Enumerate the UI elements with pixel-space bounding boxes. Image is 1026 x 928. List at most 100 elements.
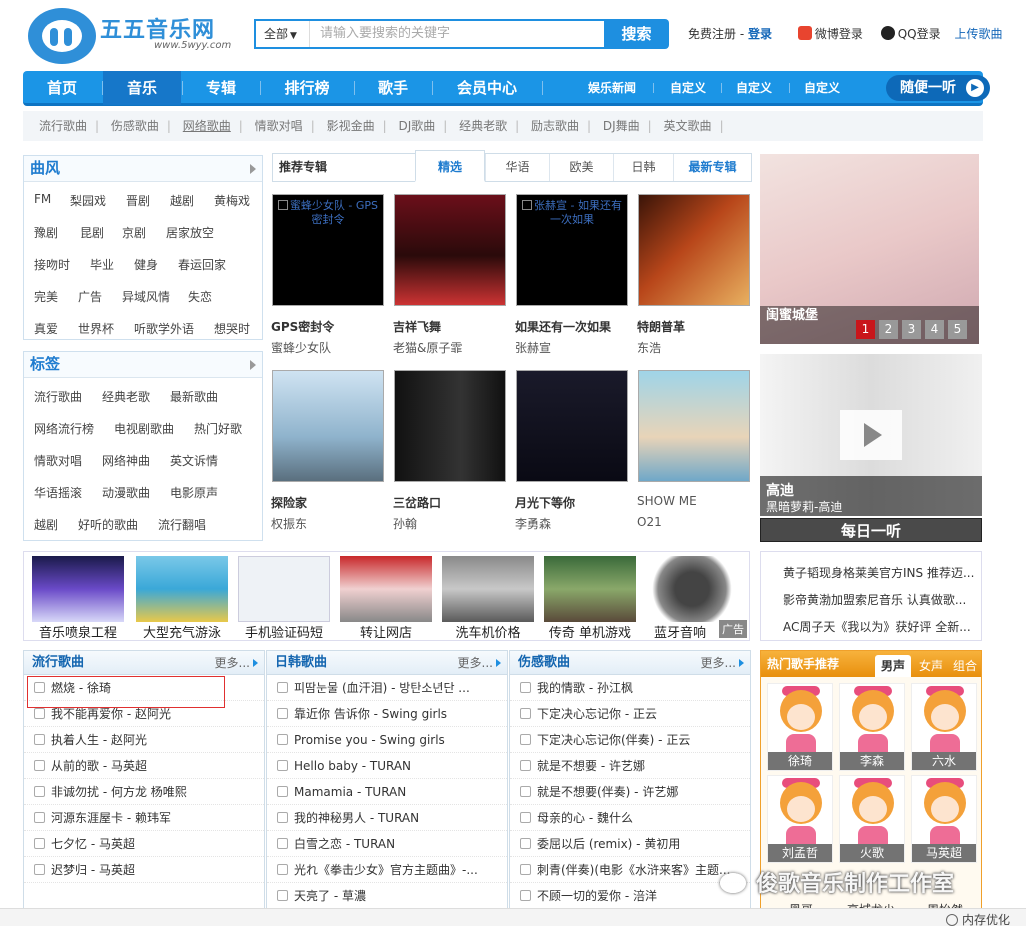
ad-image[interactable]: [340, 556, 432, 622]
ad-image[interactable]: [544, 556, 636, 622]
singer-card[interactable]: 徐琦: [767, 683, 833, 771]
genre-tag[interactable]: 黄梅戏: [214, 192, 250, 209]
album-title[interactable]: 吉祥飞舞: [393, 318, 441, 335]
tags-title[interactable]: 标签: [24, 352, 262, 378]
song-row[interactable]: Mamamia - TURAN: [267, 779, 507, 805]
more-link[interactable]: 更多...: [215, 651, 258, 675]
song-checkbox[interactable]: [277, 708, 288, 719]
album-title[interactable]: 探险家: [271, 494, 307, 511]
qq-icon[interactable]: [880, 26, 895, 40]
genre-title[interactable]: 曲风: [24, 156, 262, 182]
tab-female[interactable]: 女声: [915, 655, 947, 677]
news-item[interactable]: 黄子韬现身格莱美官方INS 推荐迈...: [783, 560, 977, 587]
weibo-login-link[interactable]: 微博登录: [815, 27, 863, 41]
nav-charts[interactable]: 排行榜: [261, 71, 353, 105]
ad-caption[interactable]: 手机验证码短: [232, 622, 336, 641]
tag-link[interactable]: 越剧: [34, 516, 58, 533]
slide-dot[interactable]: 1: [856, 320, 875, 339]
nav-singers[interactable]: 歌手: [355, 71, 431, 105]
song-row[interactable]: 非诚勿扰 - 何方龙 杨唯熙: [24, 779, 264, 805]
song-row[interactable]: 迟梦归 - 马英超: [24, 857, 264, 883]
play-icon[interactable]: [840, 410, 902, 460]
nav-custom-1[interactable]: 自定义: [661, 71, 715, 105]
album-title[interactable]: 三岔路口: [393, 494, 441, 511]
song-row[interactable]: 天亮了 - 草濃: [267, 883, 507, 909]
song-checkbox[interactable]: [520, 838, 531, 849]
album-cover[interactable]: [516, 370, 628, 482]
banner-caption[interactable]: 闺蜜城堡: [766, 306, 818, 326]
song-row[interactable]: 我的神秘男人 - TURAN: [267, 805, 507, 831]
song-checkbox[interactable]: [277, 786, 288, 797]
search-scope-select[interactable]: 全部 ▼: [256, 21, 310, 47]
genre-tag[interactable]: 豫剧: [34, 224, 58, 241]
album-title[interactable]: 特朗普革: [637, 318, 685, 335]
album-artist[interactable]: 蜜蜂少女队: [271, 339, 331, 356]
song-checkbox[interactable]: [277, 760, 288, 771]
album-artist[interactable]: 孙翰: [393, 515, 417, 532]
album-artist[interactable]: 权振东: [271, 515, 307, 532]
subnav-item[interactable]: 励志歌曲: [531, 119, 579, 133]
nav-home[interactable]: 首页: [23, 71, 101, 105]
song-checkbox[interactable]: [34, 864, 45, 875]
logo-icon[interactable]: [28, 8, 96, 64]
daily-title[interactable]: 高迪: [766, 480, 794, 500]
nav-albums[interactable]: 专辑: [183, 71, 259, 105]
news-item[interactable]: AC周子天《我以为》获好评 全新...: [783, 614, 977, 641]
tag-link[interactable]: 电影原声: [170, 484, 218, 501]
banner-slideshow[interactable]: 闺蜜城堡 12345: [760, 154, 979, 344]
song-checkbox[interactable]: [520, 708, 531, 719]
genre-tag[interactable]: 完美: [34, 288, 58, 305]
album-title[interactable]: SHOW ME: [637, 494, 697, 508]
ad-image[interactable]: [646, 556, 738, 622]
song-checkbox[interactable]: [520, 682, 531, 693]
tab-western[interactable]: 欧美: [549, 154, 613, 181]
tab-featured[interactable]: 精选: [415, 150, 485, 182]
ad-image[interactable]: [136, 556, 228, 622]
tab-group[interactable]: 组合: [949, 655, 981, 677]
song-checkbox[interactable]: [520, 812, 531, 823]
slide-dot[interactable]: 2: [879, 320, 898, 339]
tag-link[interactable]: 华语摇滚: [34, 484, 82, 501]
subnav-item[interactable]: 情歌对唱: [255, 119, 303, 133]
genre-tag[interactable]: 昆剧: [80, 224, 104, 241]
album-artist[interactable]: 东浩: [637, 339, 661, 356]
song-row[interactable]: 委屈以后 (remix) - 黄初用: [510, 831, 750, 857]
song-checkbox[interactable]: [34, 786, 45, 797]
genre-tag[interactable]: 广告: [78, 288, 102, 305]
song-row[interactable]: Hello baby - TURAN: [267, 753, 507, 779]
song-checkbox[interactable]: [277, 682, 288, 693]
song-row[interactable]: Promise you - Swing girls: [267, 727, 507, 753]
tab-new-albums[interactable]: 最新专辑: [673, 154, 751, 181]
song-checkbox[interactable]: [277, 864, 288, 875]
song-checkbox[interactable]: [277, 890, 288, 901]
ad-caption[interactable]: 大型充气游泳: [130, 622, 234, 641]
song-checkbox[interactable]: [277, 838, 288, 849]
song-checkbox[interactable]: [277, 734, 288, 745]
song-row[interactable]: 就是不想要 - 许艺娜: [510, 753, 750, 779]
genre-tag[interactable]: 居家放空: [166, 224, 214, 241]
slide-dot[interactable]: 3: [902, 320, 921, 339]
singer-card[interactable]: 六水: [911, 683, 977, 771]
genre-tag[interactable]: 晋剧: [126, 192, 150, 209]
genre-tag[interactable]: 听歌学外语: [134, 320, 194, 337]
ad-caption[interactable]: 音乐喷泉工程: [26, 622, 130, 641]
genre-tag[interactable]: FM: [34, 192, 51, 206]
singer-card[interactable]: 马英超: [911, 775, 977, 863]
daily-video[interactable]: 高迪 黑暗萝莉-高迪: [760, 354, 982, 516]
tag-link[interactable]: 英文诉情: [170, 452, 218, 469]
song-checkbox[interactable]: [520, 890, 531, 901]
news-item[interactable]: 影帝黄渤加盟索尼音乐 认真做歌...: [783, 587, 977, 614]
song-row[interactable]: 靠近你 告诉你 - Swing girls: [267, 701, 507, 727]
tag-link[interactable]: 电视剧歌曲: [114, 420, 174, 437]
song-checkbox[interactable]: [34, 734, 45, 745]
daily-listen-button[interactable]: 每日一听: [760, 518, 982, 542]
tag-link[interactable]: 流行翻唱: [158, 516, 206, 533]
song-checkbox[interactable]: [34, 812, 45, 823]
ad-caption[interactable]: 洗车机价格: [436, 622, 540, 641]
register-link[interactable]: 免费注册: [688, 27, 736, 41]
upload-link[interactable]: 上传歌曲: [954, 27, 1002, 41]
song-checkbox[interactable]: [520, 734, 531, 745]
singer-card[interactable]: 李森: [839, 683, 905, 771]
album-artist[interactable]: 张赫宣: [515, 339, 551, 356]
subnav-item[interactable]: 伤感歌曲: [111, 119, 159, 133]
